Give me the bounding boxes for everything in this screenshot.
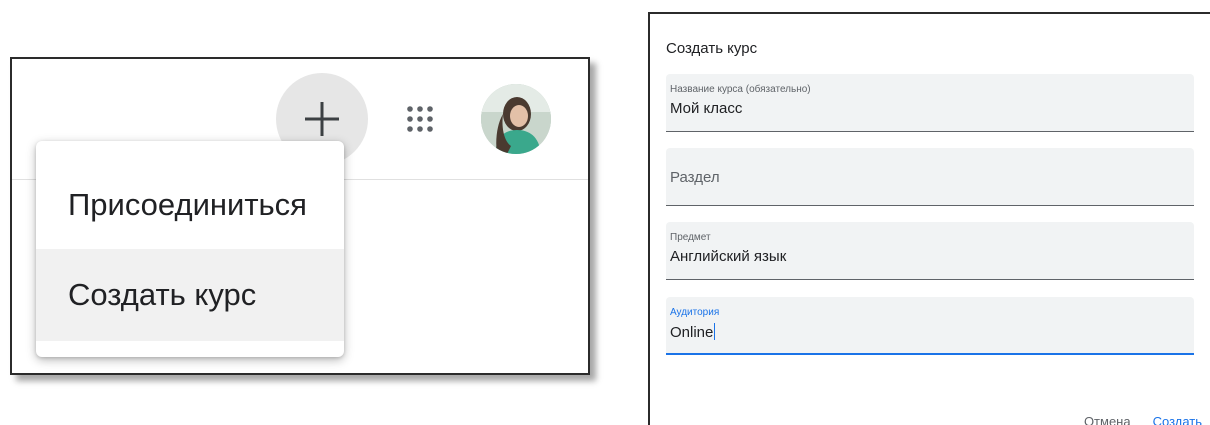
classroom-topbar-panel: Присоединиться Создать курс <box>10 57 590 375</box>
subject-field[interactable]: Предмет Английский язык <box>666 222 1194 280</box>
avatar-photo-icon <box>481 84 551 154</box>
create-class-label: Создать курс <box>68 277 257 312</box>
create-class-menu-item[interactable]: Создать курс <box>36 249 344 341</box>
dialog-actions: Отмена Создать <box>1084 414 1202 425</box>
text-caret <box>714 323 716 340</box>
apps-grid-button[interactable] <box>390 89 450 149</box>
course-name-field[interactable]: Название курса (обязательно) Мой класс <box>666 74 1194 132</box>
course-name-label: Название курса (обязательно) <box>670 84 811 95</box>
join-class-menu-item[interactable]: Присоединиться <box>36 159 344 251</box>
section-field[interactable]: Раздел <box>666 148 1194 206</box>
join-class-label: Присоединиться <box>68 187 307 222</box>
subject-label: Предмет <box>670 232 711 243</box>
plus-icon <box>305 102 339 136</box>
create-button[interactable]: Создать <box>1153 414 1202 425</box>
create-course-dialog: Создать курс Название курса (обязательно… <box>648 12 1210 425</box>
audience-label: Аудитория <box>670 307 720 318</box>
subject-value: Английский язык <box>670 248 787 265</box>
screenshot-canvas: Присоединиться Создать курс Создать курс… <box>0 0 1210 425</box>
dialog-title: Создать курс <box>666 40 758 57</box>
cancel-button[interactable]: Отмена <box>1084 414 1131 425</box>
course-name-value: Мой класс <box>670 100 743 117</box>
audience-field[interactable]: Аудитория Online <box>666 297 1194 355</box>
audience-value-wrap: Online <box>670 323 716 341</box>
user-avatar[interactable] <box>481 84 551 154</box>
apps-grid-icon <box>407 106 433 132</box>
section-placeholder: Раздел <box>670 169 720 186</box>
audience-value: Online <box>670 324 714 341</box>
add-class-menu: Присоединиться Создать курс <box>36 141 344 357</box>
